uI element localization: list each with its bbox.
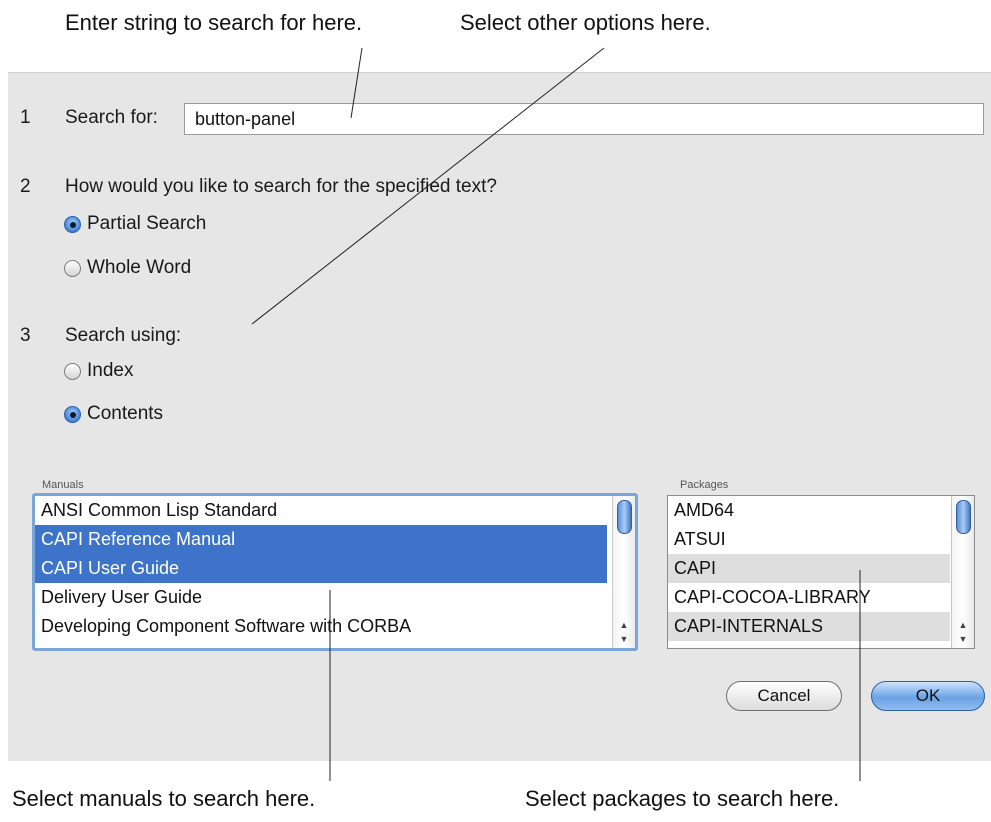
- manuals-list[interactable]: ANSI Common Lisp Standard CAPI Reference…: [32, 493, 638, 651]
- callout-packages-hint: Select packages to search here.: [525, 786, 840, 811]
- partial-search-label: Partial Search: [87, 213, 207, 234]
- partial-search-radio[interactable]: Partial Search: [64, 213, 206, 235]
- manual-item[interactable]: ANSI Common Lisp Standard: [35, 496, 607, 525]
- manuals-scrollbar[interactable]: ▲ ▼: [612, 496, 635, 648]
- callout-options-hint: Select other options here.: [460, 10, 711, 35]
- scroll-down-arrow-icon[interactable]: ▼: [613, 632, 635, 646]
- whole-word-label: Whole Word: [87, 257, 192, 278]
- manual-item[interactable]: Developing Component Software with CORBA: [35, 612, 607, 641]
- packages-group-label: Packages: [680, 479, 729, 491]
- radio-selected-icon: [64, 405, 81, 423]
- package-item[interactable]: AMD64: [668, 496, 950, 525]
- step-3-number: 3: [20, 325, 31, 346]
- packages-list[interactable]: AMD64 ATSUI CAPI CAPI-COCOA-LIBRARY CAPI…: [667, 495, 975, 649]
- package-item[interactable]: CAPI: [668, 554, 950, 583]
- step-2-number: 2: [20, 176, 31, 197]
- scroll-thumb[interactable]: [617, 500, 632, 534]
- manual-item-selected[interactable]: CAPI User Guide: [35, 554, 607, 583]
- cancel-button[interactable]: Cancel: [726, 681, 842, 711]
- search-dialog: 1 Search for: 2 How would you like to se…: [8, 72, 991, 761]
- scroll-up-arrow-icon[interactable]: ▲: [952, 618, 974, 632]
- scroll-up-arrow-icon[interactable]: ▲: [613, 618, 635, 632]
- callout-manuals-hint: Select manuals to search here.: [12, 786, 316, 811]
- scroll-down-arrow-icon[interactable]: ▼: [952, 632, 974, 646]
- radio-unselected-icon: [64, 259, 81, 277]
- step-1-number: 1: [20, 107, 31, 128]
- manual-item-selected[interactable]: CAPI Reference Manual: [35, 525, 607, 554]
- contents-radio[interactable]: Contents: [64, 403, 163, 425]
- radio-selected-icon: [64, 215, 81, 233]
- contents-label: Contents: [87, 403, 164, 424]
- search-input[interactable]: [184, 103, 984, 135]
- package-item[interactable]: CAPI-COCOA-LIBRARY: [668, 583, 950, 612]
- package-item[interactable]: ATSUI: [668, 525, 950, 554]
- manual-item[interactable]: Delivery User Guide: [35, 583, 607, 612]
- packages-scrollbar[interactable]: ▲ ▼: [951, 496, 974, 648]
- search-using-label: Search using:: [65, 325, 182, 346]
- index-radio[interactable]: Index: [64, 360, 133, 382]
- search-method-label: How would you like to search for the spe…: [65, 176, 497, 197]
- radio-unselected-icon: [64, 362, 81, 380]
- manuals-group-label: Manuals: [42, 479, 84, 491]
- package-item[interactable]: CAPI-INTERNALS: [668, 612, 950, 641]
- ok-button[interactable]: OK: [871, 681, 985, 711]
- scroll-thumb[interactable]: [956, 500, 971, 534]
- search-for-label: Search for:: [65, 107, 158, 128]
- callout-search-hint: Enter string to search for here.: [65, 10, 363, 35]
- whole-word-radio[interactable]: Whole Word: [64, 257, 191, 279]
- index-label: Index: [87, 360, 134, 381]
